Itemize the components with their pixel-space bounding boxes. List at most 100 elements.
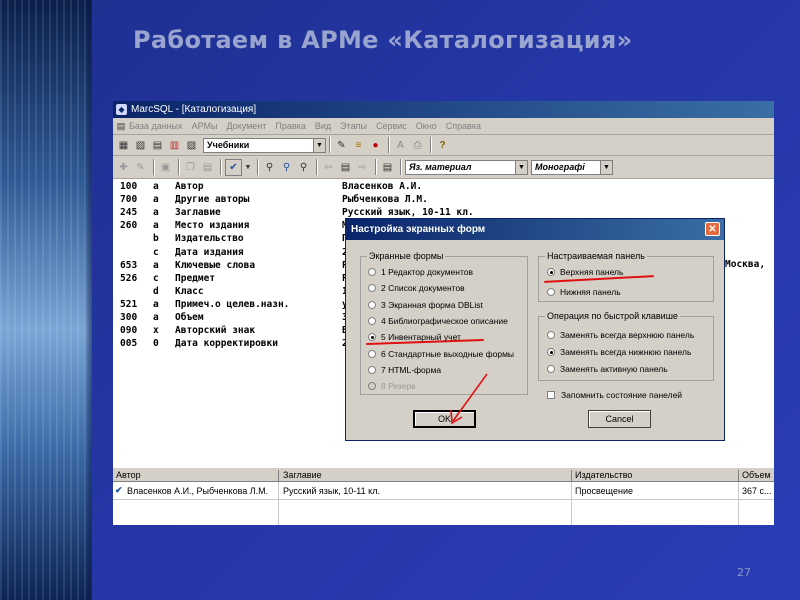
form-icon[interactable]: ▤ — [380, 160, 395, 175]
search-records-icon[interactable]: ⚲ — [296, 160, 311, 175]
field-value: Рыбченкова Л.М. — [342, 194, 428, 206]
field-name: Заглавие — [175, 207, 221, 219]
chevron-down-icon[interactable]: ▼ — [515, 160, 527, 174]
radio-top-panel[interactable]: Верхняя панель — [547, 267, 623, 277]
radio-replace-bottom[interactable]: Заменять всегда нижнюю панель — [547, 347, 691, 357]
books-icon[interactable]: ▥ — [167, 138, 182, 153]
cell-publisher: Просвещение — [575, 486, 633, 496]
radio-indicator[interactable] — [368, 284, 376, 293]
database-select[interactable]: Учебники ▼ — [203, 137, 326, 153]
field-subfield: a — [153, 194, 159, 206]
copy-icon[interactable]: ❐ — [183, 160, 198, 175]
help-icon[interactable]: ? — [435, 138, 450, 153]
grid-header-volume[interactable]: Объем — [742, 470, 771, 480]
check-mark-icon[interactable]: ✔ — [225, 158, 242, 176]
radio-form-3[interactable]: 3 Экранная форма DBList — [368, 300, 483, 310]
radio-bottom-panel[interactable]: Нижняя панель — [547, 287, 621, 297]
dialog-titlebar: Настройка экранных форм ✕ — [346, 219, 724, 240]
radio-indicator[interactable] — [368, 316, 376, 325]
radio-indicator[interactable] — [368, 349, 376, 358]
pen-icon[interactable]: ✎ — [334, 138, 349, 153]
radio-top-panel-label: Верхняя панель — [560, 267, 624, 277]
grid-header-publisher[interactable]: Издательство — [575, 470, 632, 480]
radio-indicator[interactable] — [368, 268, 376, 276]
record-field-row[interactable]: 700 a Другие авторы Рыбченкова Л.М. — [113, 194, 774, 207]
menu-document[interactable]: Документ — [226, 121, 266, 131]
remember-panels-label: Запомнить состояние панелей — [561, 390, 683, 400]
paste-icon[interactable]: ▤ — [200, 160, 215, 175]
material-select[interactable]: Яз. материал ▼ — [405, 159, 528, 175]
radio-indicator[interactable] — [547, 268, 555, 276]
new-record-icon[interactable]: ✚ — [116, 160, 131, 175]
field-name: Дата корректировки — [175, 338, 278, 350]
save-icon[interactable]: ▣ — [158, 160, 173, 175]
menu-window[interactable]: Окно — [416, 121, 437, 131]
edit-record-icon[interactable]: ✎ — [133, 160, 148, 175]
document-type-select[interactable]: Монографі ▼ — [531, 159, 613, 175]
radio-form-5[interactable]: 5 Инвентарный учет — [368, 332, 461, 342]
menu-service[interactable]: Сервис — [376, 121, 407, 131]
search-all-icon[interactable]: ⚲ — [279, 160, 294, 175]
remember-panels-checkbox[interactable]: Запомнить состояние панелей — [547, 390, 682, 400]
traffic-light-icon[interactable]: ● — [368, 138, 383, 153]
checkbox-indicator[interactable] — [547, 391, 555, 399]
record-field-row[interactable]: 100 a Автор Власенков А.И. — [113, 181, 774, 194]
radio-form-4[interactable]: 4 Библиографическое описание — [368, 316, 508, 326]
grid-header-author[interactable]: Автор — [116, 470, 141, 480]
open-icon[interactable]: ▧ — [133, 138, 148, 153]
arrow-left-icon[interactable]: ⇦ — [321, 160, 336, 175]
toolbar-separator — [220, 159, 222, 175]
forms-group-title: Экранные формы — [367, 251, 446, 261]
menu-database[interactable]: База данных — [129, 121, 183, 131]
chevron-down-icon[interactable]: ▼ — [313, 138, 325, 152]
catalog-icon[interactable]: ▨ — [184, 138, 199, 153]
menu-arms[interactable]: АРМы — [192, 121, 218, 131]
database-icon[interactable]: ▦ — [116, 138, 131, 153]
close-icon[interactable]: ✕ — [705, 222, 720, 236]
document-icon[interactable]: ▤ — [338, 160, 353, 175]
radio-form-2[interactable]: 2 Список документов — [368, 283, 465, 293]
radio-form-1[interactable]: 1 Редактор документов — [368, 267, 473, 277]
slide-title: Работаем в АРМе «Каталогизация» — [133, 26, 633, 54]
window-titlebar: ◆ MarcSQL - [Каталогизация] — [113, 101, 774, 118]
menu-view[interactable]: Вид — [315, 121, 331, 131]
field-name: Дата издания — [175, 246, 244, 258]
toolbar-separator — [257, 159, 259, 175]
table-row[interactable]: ✔ Власенков А.И., Рыбченкова Л.М. Русски… — [113, 483, 774, 499]
radio-form-7[interactable]: 7 HTML-форма — [368, 365, 441, 375]
radio-replace-active[interactable]: Заменять активную панель — [547, 364, 668, 374]
menu-help[interactable]: Справка — [446, 121, 481, 131]
dropdown-arrow-icon[interactable]: ▼ — [244, 160, 252, 175]
ok-button[interactable]: OK — [413, 410, 476, 428]
record-overflow-text: Москва, — [725, 259, 766, 270]
chevron-down-icon[interactable]: ▼ — [600, 160, 612, 174]
arrow-right-icon[interactable]: ⇨ — [355, 160, 370, 175]
search-icon[interactable]: ⚲ — [262, 160, 277, 175]
menu-stages[interactable]: Этапы — [340, 121, 367, 131]
radio-indicator[interactable] — [547, 331, 555, 339]
menu-bar: ▤ База данных АРМы Документ Правка Вид Э… — [113, 118, 774, 135]
cancel-button[interactable]: Cancel — [588, 410, 651, 428]
field-subfield: d — [153, 285, 159, 297]
font-icon[interactable]: A — [393, 138, 408, 153]
radio-form-label: 8 Резерв — [381, 381, 416, 392]
print-icon[interactable]: ⎙ — [410, 138, 425, 153]
hotkey-group-title: Операция по быстрой клавише — [545, 311, 680, 321]
radio-indicator[interactable] — [368, 333, 376, 342]
radio-indicator[interactable] — [547, 348, 555, 356]
radio-indicator[interactable] — [368, 365, 376, 374]
radio-indicator[interactable] — [547, 288, 555, 296]
radio-indicator[interactable] — [547, 365, 555, 373]
toolbar-separator — [430, 137, 432, 153]
field-subfield: a — [153, 312, 159, 323]
field-name: Класс — [175, 285, 204, 297]
radio-replace-top[interactable]: Заменять всегда верхнюю панель — [547, 330, 694, 340]
layers-icon[interactable]: ▤ — [150, 138, 165, 153]
menu-edit[interactable]: Правка — [275, 121, 305, 131]
grid-header-title[interactable]: Заглавие — [283, 470, 322, 480]
radio-indicator[interactable] — [368, 300, 376, 309]
database-icon[interactable]: ▤ — [115, 120, 127, 132]
field-name: Автор — [175, 181, 204, 192]
radio-form-6[interactable]: 6 Стандартные выходные формы — [368, 349, 514, 359]
stack-icon[interactable]: ≡ — [351, 138, 366, 153]
